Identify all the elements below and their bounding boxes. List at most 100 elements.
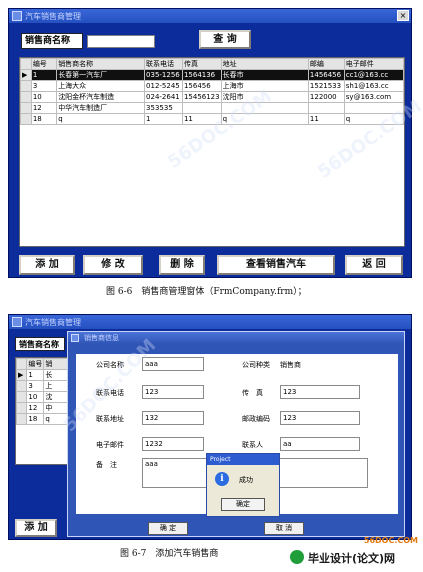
dialog-icon — [71, 334, 79, 342]
row-pointer-icon: ▶ — [16, 369, 28, 381]
table-cell[interactable]: 3 — [30, 80, 58, 92]
company-grid[interactable]: 编号 销 ▶ 1 长 3上 10 沈 12 中 18 q — [15, 357, 69, 465]
table-cell[interactable]: 长 — [43, 369, 68, 381]
contact-input[interactable]: aa — [280, 437, 360, 451]
table-cell[interactable]: 122000 — [307, 91, 345, 103]
column-header[interactable]: 传真 — [181, 58, 222, 70]
zip-label: 邮政编码 — [242, 415, 270, 423]
table-cell[interactable]: 长春第一汽车厂 — [56, 69, 146, 81]
dialog-cancel-button[interactable]: 取 消 — [264, 522, 304, 535]
table-cell[interactable]: 1456456 — [307, 69, 345, 81]
row-indicator — [20, 58, 32, 70]
table-header: 编号 销 — [16, 358, 68, 370]
company-table: 编号 销售商名称 联系电话 传真 地址 邮编 电子邮件 ▶ 1 长春第一汽车厂 … — [20, 58, 404, 125]
table-row[interactable]: 10 沈 — [16, 391, 68, 403]
table-cell[interactable]: cc1@163.cc — [343, 69, 404, 81]
column-header[interactable]: 销 — [43, 358, 68, 370]
table-cell[interactable]: 156456 — [181, 80, 222, 92]
table-cell[interactable]: 353535 — [144, 102, 183, 114]
table-cell[interactable]: 长春市 — [220, 69, 309, 81]
table-cell[interactable]: 12 — [26, 402, 45, 414]
row-indicator — [16, 402, 28, 414]
row-indicator — [20, 91, 32, 103]
table-cell[interactable]: 024-2641 — [144, 91, 183, 103]
dialog-ok-button[interactable]: 确 定 — [148, 522, 188, 535]
table-cell[interactable]: 沈阳金杯汽车制造 — [56, 91, 146, 103]
column-header[interactable]: 地址 — [220, 58, 309, 70]
window-icon — [12, 11, 22, 21]
contact-label: 联系人 — [242, 441, 263, 449]
message-ok-button[interactable]: 确定 — [221, 498, 265, 511]
add-button[interactable]: 添 加 — [15, 519, 57, 537]
search-label: 销售商名称 — [21, 33, 83, 49]
column-header[interactable]: 电子邮件 — [343, 58, 404, 70]
figure-caption: 图 6-7 添加汽车销售商 — [120, 549, 219, 559]
column-header[interactable]: 销售商名称 — [56, 58, 146, 70]
table-cell[interactable] — [181, 102, 222, 114]
close-button[interactable]: × — [397, 10, 409, 21]
delete-button[interactable]: 删 除 — [159, 255, 205, 275]
table-cell[interactable]: 1 — [144, 113, 183, 125]
company-table: 编号 销 ▶ 1 长 3上 10 沈 12 中 18 q — [16, 358, 68, 425]
window-icon — [12, 317, 22, 327]
figure-caption: 图 6-6 销售商管理窗体（FrmCompany.frm）； — [106, 287, 307, 297]
table-cell[interactable]: sy@163.com — [343, 91, 404, 103]
phone-input[interactable]: 123 — [142, 385, 204, 399]
table-cell[interactable]: 10 — [26, 391, 45, 403]
company-name-input[interactable]: aaa — [142, 357, 204, 371]
table-row[interactable]: 12 中华汽车制造厂 353535 — [20, 102, 404, 114]
table-cell[interactable]: 11 — [307, 113, 345, 125]
table-row[interactable]: ▶ 1 长春第一汽车厂 035-1256 1564136 长春市 1456456… — [20, 69, 404, 81]
table-cell[interactable]: 1521533 — [307, 80, 345, 92]
table-cell[interactable]: 18 — [26, 413, 45, 425]
table-row[interactable]: ▶ 1 长 — [16, 369, 68, 381]
view-cars-button[interactable]: 查看销售汽车 — [217, 255, 335, 275]
table-cell[interactable]: 1564136 — [181, 69, 222, 81]
message-text: 成功 — [239, 476, 253, 484]
email-label: 电子邮件 — [96, 441, 124, 449]
column-header[interactable]: 编号 — [26, 358, 45, 370]
table-cell[interactable]: sh1@163.cc — [343, 80, 404, 92]
table-cell[interactable]: 15456123 — [181, 91, 222, 103]
table-cell[interactable]: 1 — [26, 369, 45, 381]
table-row[interactable]: 12 中 — [16, 402, 68, 414]
table-cell[interactable]: 012-5245 — [144, 80, 183, 92]
search-input[interactable] — [87, 35, 155, 48]
email-input[interactable]: 1232 — [142, 437, 204, 451]
table-cell[interactable]: 上 — [43, 380, 68, 392]
window-title: 汽车销售商管理 — [25, 12, 81, 21]
table-cell[interactable]: 中华汽车制造厂 — [56, 102, 146, 114]
table-cell[interactable]: 18 — [30, 113, 58, 125]
table-header: 编号 销售商名称 联系电话 传真 地址 邮编 电子邮件 — [20, 58, 404, 70]
window-title: 汽车销售商管理 — [25, 318, 81, 327]
table-row[interactable]: 3上 — [16, 380, 68, 392]
table-cell[interactable] — [307, 102, 345, 114]
address-input[interactable]: 132 — [142, 411, 204, 425]
dialog-title: 销售商信息 — [84, 334, 119, 342]
column-header[interactable]: 编号 — [30, 58, 58, 70]
search-label: 销售商名称 — [15, 337, 65, 351]
table-row[interactable]: 3 上海大众 012-5245 156456 上海市 1521533 sh1@1… — [20, 80, 404, 92]
table-row[interactable]: 10 沈阳金杯汽车制造 024-2641 15456123 沈阳市 122000… — [20, 91, 404, 103]
title-bar: 汽车销售商管理 × — [9, 9, 411, 23]
table-cell[interactable]: q — [56, 113, 146, 125]
table-cell[interactable]: 035-1256 — [144, 69, 183, 81]
edit-button[interactable]: 修 改 — [83, 255, 143, 275]
table-cell[interactable]: 沈 — [43, 391, 68, 403]
table-cell[interactable]: 3 — [26, 380, 45, 392]
column-header[interactable]: 邮编 — [307, 58, 345, 70]
notes-label: 备 注 — [96, 461, 117, 469]
table-cell[interactable]: 1 — [30, 69, 58, 81]
fax-input[interactable]: 123 — [280, 385, 360, 399]
message-title: Project — [207, 454, 279, 465]
column-header[interactable]: 联系电话 — [144, 58, 183, 70]
zip-input[interactable]: 123 — [280, 411, 360, 425]
table-cell[interactable]: 中 — [43, 402, 68, 414]
table-cell[interactable]: 上海大众 — [56, 80, 146, 92]
add-button[interactable]: 添 加 — [19, 255, 75, 275]
table-cell[interactable]: 10 — [30, 91, 58, 103]
query-button[interactable]: 查 询 — [199, 30, 251, 49]
row-indicator — [16, 358, 28, 370]
back-button[interactable]: 返 回 — [345, 255, 403, 275]
table-cell[interactable]: 12 — [30, 102, 58, 114]
